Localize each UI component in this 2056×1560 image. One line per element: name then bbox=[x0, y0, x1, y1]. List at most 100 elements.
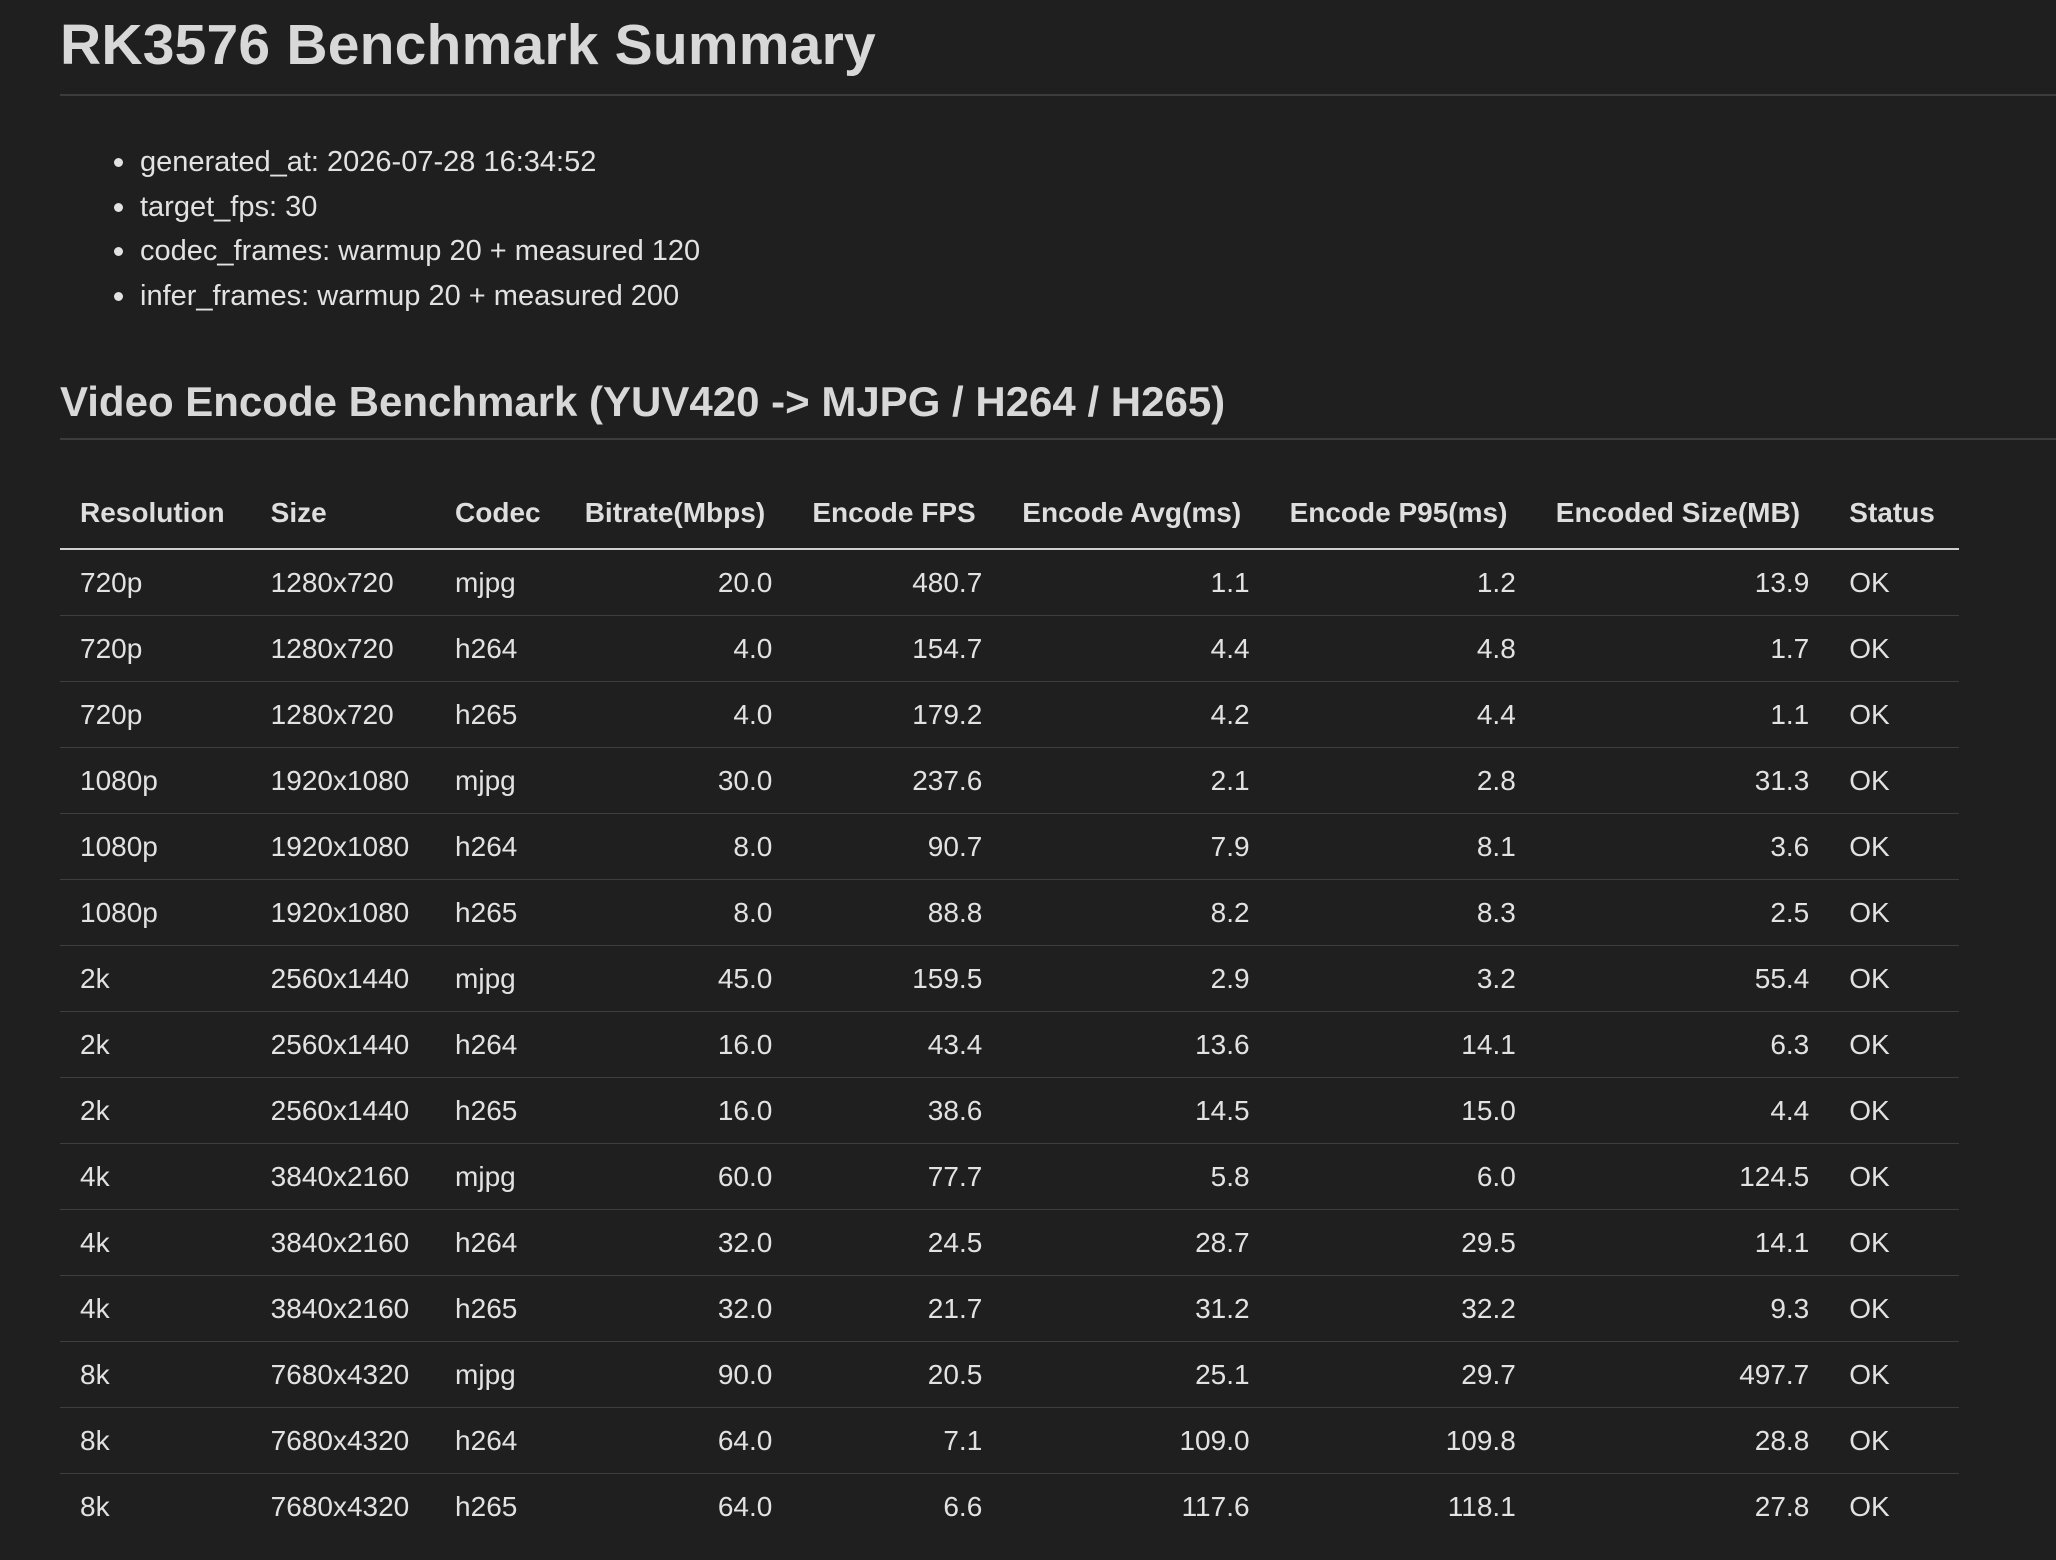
table-cell-bitrate: 20.0 bbox=[564, 549, 793, 616]
table-cell-encode-fps: 154.7 bbox=[792, 615, 1003, 682]
table-cell-encode-avg: 1.1 bbox=[1002, 549, 1270, 616]
table-cell-encode-p95: 6.0 bbox=[1269, 1143, 1536, 1210]
table-cell-resolution: 8k bbox=[80, 1490, 110, 1522]
table-cell-encode-p95: 32.2 bbox=[1269, 1275, 1536, 1342]
table-cell-bitrate: 16.0 bbox=[564, 1011, 793, 1078]
column-header-resolution: Resolution bbox=[60, 478, 251, 550]
table-cell-size: 1280x720 bbox=[250, 681, 436, 748]
table-cell-encoded-size: 27.8 bbox=[1754, 1490, 1810, 1522]
table-cell-bitrate: 90.0 bbox=[564, 1341, 793, 1408]
table-cell-encode-avg: 2.9 bbox=[1002, 945, 1270, 1012]
table-cell-encode-p95: 14.1 bbox=[1269, 1011, 1536, 1078]
table-cell-encode-fps: 21.7 bbox=[792, 1275, 1003, 1342]
table-cell-codec: mjpg bbox=[435, 1341, 565, 1408]
table-cell-resolution: 4k bbox=[60, 1209, 251, 1276]
table-cell-encode-fps: 20.5 bbox=[792, 1341, 1003, 1408]
table-cell-status: OK bbox=[1849, 1490, 1890, 1522]
table-row: 8k 7680x4320 mjpg 90.0 20.5 25.1 29.7 497.7 OK bbox=[60, 1341, 1959, 1408]
table-cell-encoded-size: 497.7 bbox=[1535, 1341, 1830, 1408]
table-cell-codec: h265 bbox=[435, 879, 565, 946]
column-header-codec: Codec bbox=[435, 478, 565, 550]
table-cell-resolution: 720p bbox=[60, 615, 251, 682]
column-header-encode-avg: Encode Avg(ms) bbox=[1002, 478, 1270, 550]
table-row: 2k 2560x1440 mjpg 45.0 159.5 2.9 3.2 55.4 OK bbox=[60, 945, 1959, 1012]
table-cell-resolution: 720p bbox=[60, 549, 251, 616]
table-cell-encode-avg: 4.4 bbox=[1002, 615, 1270, 682]
table-cell-bitrate: 4.0 bbox=[564, 615, 793, 682]
table-row: 720p 1280x720 h264 4.0 154.7 4.4 4.8 1.7 OK bbox=[60, 615, 1959, 682]
table-cell-encode-fps: 77.7 bbox=[792, 1143, 1003, 1210]
table-cell-bitrate: 32.0 bbox=[564, 1209, 793, 1276]
table-row: 1080p 1920x1080 h265 8.0 88.8 8.2 8.3 2.5 OK bbox=[60, 879, 1959, 946]
table-cell-bitrate: 64.0 bbox=[564, 1407, 793, 1474]
table-cell-encode-avg: 2.1 bbox=[1002, 747, 1270, 814]
table-cell-encode-avg: 4.2 bbox=[1002, 681, 1270, 748]
table-cell-status: OK bbox=[1829, 813, 1959, 880]
table-cell-codec: mjpg bbox=[435, 549, 565, 616]
table-cell-size: 1280x720 bbox=[250, 549, 436, 616]
table-row: 720p 1280x720 h265 4.0 179.2 4.2 4.4 1.1 OK bbox=[60, 681, 1959, 748]
column-header-encode-p95: Encode P95(ms) bbox=[1269, 478, 1536, 550]
table-cell-size: 1920x1080 bbox=[250, 879, 436, 946]
table-cell-resolution: 4k bbox=[60, 1143, 251, 1210]
column-header-encode-fps: Encode FPS bbox=[792, 478, 1003, 550]
table-cell-encode-p95: 29.7 bbox=[1269, 1341, 1536, 1408]
list-item: infer_frames: warmup 20 + measured 200 bbox=[114, 274, 2056, 319]
document-body: RK3576 Benchmark Summary generated_at: 2… bbox=[60, 0, 2056, 1539]
table-cell-encode-avg: 7.9 bbox=[1002, 813, 1270, 880]
table-cell-status: OK bbox=[1829, 615, 1959, 682]
table-row: 1080p 1920x1080 h264 8.0 90.7 7.9 8.1 3.6 OK bbox=[60, 813, 1959, 880]
table-cell-status: OK bbox=[1829, 681, 1959, 748]
table-cell-codec: h265 bbox=[435, 681, 565, 748]
table-cell-status: OK bbox=[1829, 945, 1959, 1012]
table-row: 8k 7680x4320 h265 64.0 6.6 117.6 118.1 27.8 OK bbox=[60, 1474, 1959, 1540]
table-cell-status: OK bbox=[1829, 1077, 1959, 1144]
table-cell-resolution: 2k bbox=[60, 1077, 251, 1144]
table-cell-codec: h264 bbox=[435, 1209, 565, 1276]
table-cell-encoded-size: 1.7 bbox=[1535, 615, 1830, 682]
table-cell-encoded-size: 55.4 bbox=[1535, 945, 1830, 1012]
table-row: 4k 3840x2160 mjpg 60.0 77.7 5.8 6.0 124.5 OK bbox=[60, 1143, 1959, 1210]
table-cell-size: 2560x1440 bbox=[250, 1077, 436, 1144]
table-cell-encode-avg: 13.6 bbox=[1002, 1011, 1270, 1078]
table-cell-bitrate: 45.0 bbox=[564, 945, 793, 1012]
table-body: 720p 1280x720 mjpg 20.0 480.7 1.1 1.2 13.9 OK 720… bbox=[60, 549, 1959, 1539]
table-cell-encode-avg: 5.8 bbox=[1002, 1143, 1270, 1210]
list-item: generated_at: 2026-07-28 16:34:52 bbox=[114, 140, 2056, 185]
column-header-size: Size bbox=[250, 478, 436, 550]
table-cell-size: 7680x4320 bbox=[270, 1490, 410, 1522]
table-header-row: Resolution Size Codec Bitrate(Mbps) Encode F… bbox=[60, 478, 1959, 550]
table-cell-status: OK bbox=[1829, 1407, 1959, 1474]
table-cell-encode-fps: 159.5 bbox=[792, 945, 1003, 1012]
table-cell-size: 2560x1440 bbox=[250, 1011, 436, 1078]
table-cell-encoded-size: 14.1 bbox=[1535, 1209, 1830, 1276]
table-cell-size: 7680x4320 bbox=[250, 1341, 436, 1408]
table-cell-encode-fps: 88.8 bbox=[792, 879, 1003, 946]
table-cell-encode-p95: 118.1 bbox=[1447, 1490, 1516, 1522]
table-cell-encoded-size: 2.5 bbox=[1535, 879, 1830, 946]
table-cell-bitrate: 30.0 bbox=[564, 747, 793, 814]
column-header-bitrate: Bitrate(Mbps) bbox=[564, 478, 793, 550]
table-cell-size: 7680x4320 bbox=[250, 1407, 436, 1474]
table-cell-codec: h264 bbox=[435, 813, 565, 880]
table-cell-size: 3840x2160 bbox=[250, 1143, 436, 1210]
table-cell-encoded-size: 31.3 bbox=[1535, 747, 1830, 814]
table-cell-status: OK bbox=[1829, 1341, 1959, 1408]
list-item: codec_frames: warmup 20 + measured 120 bbox=[114, 229, 2056, 274]
table-row: 1080p 1920x1080 mjpg 30.0 237.6 2.1 2.8 31.3 OK bbox=[60, 747, 1959, 814]
table-cell-bitrate: 16.0 bbox=[564, 1077, 793, 1144]
table-cell-status: OK bbox=[1829, 879, 1959, 946]
table-row: 720p 1280x720 mjpg 20.0 480.7 1.1 1.2 13.9 OK bbox=[60, 549, 1959, 616]
table-row: 8k 7680x4320 h264 64.0 7.1 109.0 109.8 28.8 OK bbox=[60, 1407, 1959, 1474]
table-cell-encode-avg: 8.2 bbox=[1002, 879, 1270, 946]
table-cell-size: 3840x2160 bbox=[250, 1209, 436, 1276]
table-cell-resolution: 720p bbox=[60, 681, 251, 748]
table-cell-size: 3840x2160 bbox=[250, 1275, 436, 1342]
list-item: target_fps: 30 bbox=[114, 185, 2056, 230]
table-cell-codec: h264 bbox=[435, 615, 565, 682]
table-cell-bitrate: 32.0 bbox=[564, 1275, 793, 1342]
table-cell-encoded-size: 4.4 bbox=[1535, 1077, 1830, 1144]
table-cell-encode-fps: 480.7 bbox=[792, 549, 1003, 616]
table-cell-resolution: 1080p bbox=[60, 879, 251, 946]
table-cell-encode-fps: 7.1 bbox=[792, 1407, 1003, 1474]
